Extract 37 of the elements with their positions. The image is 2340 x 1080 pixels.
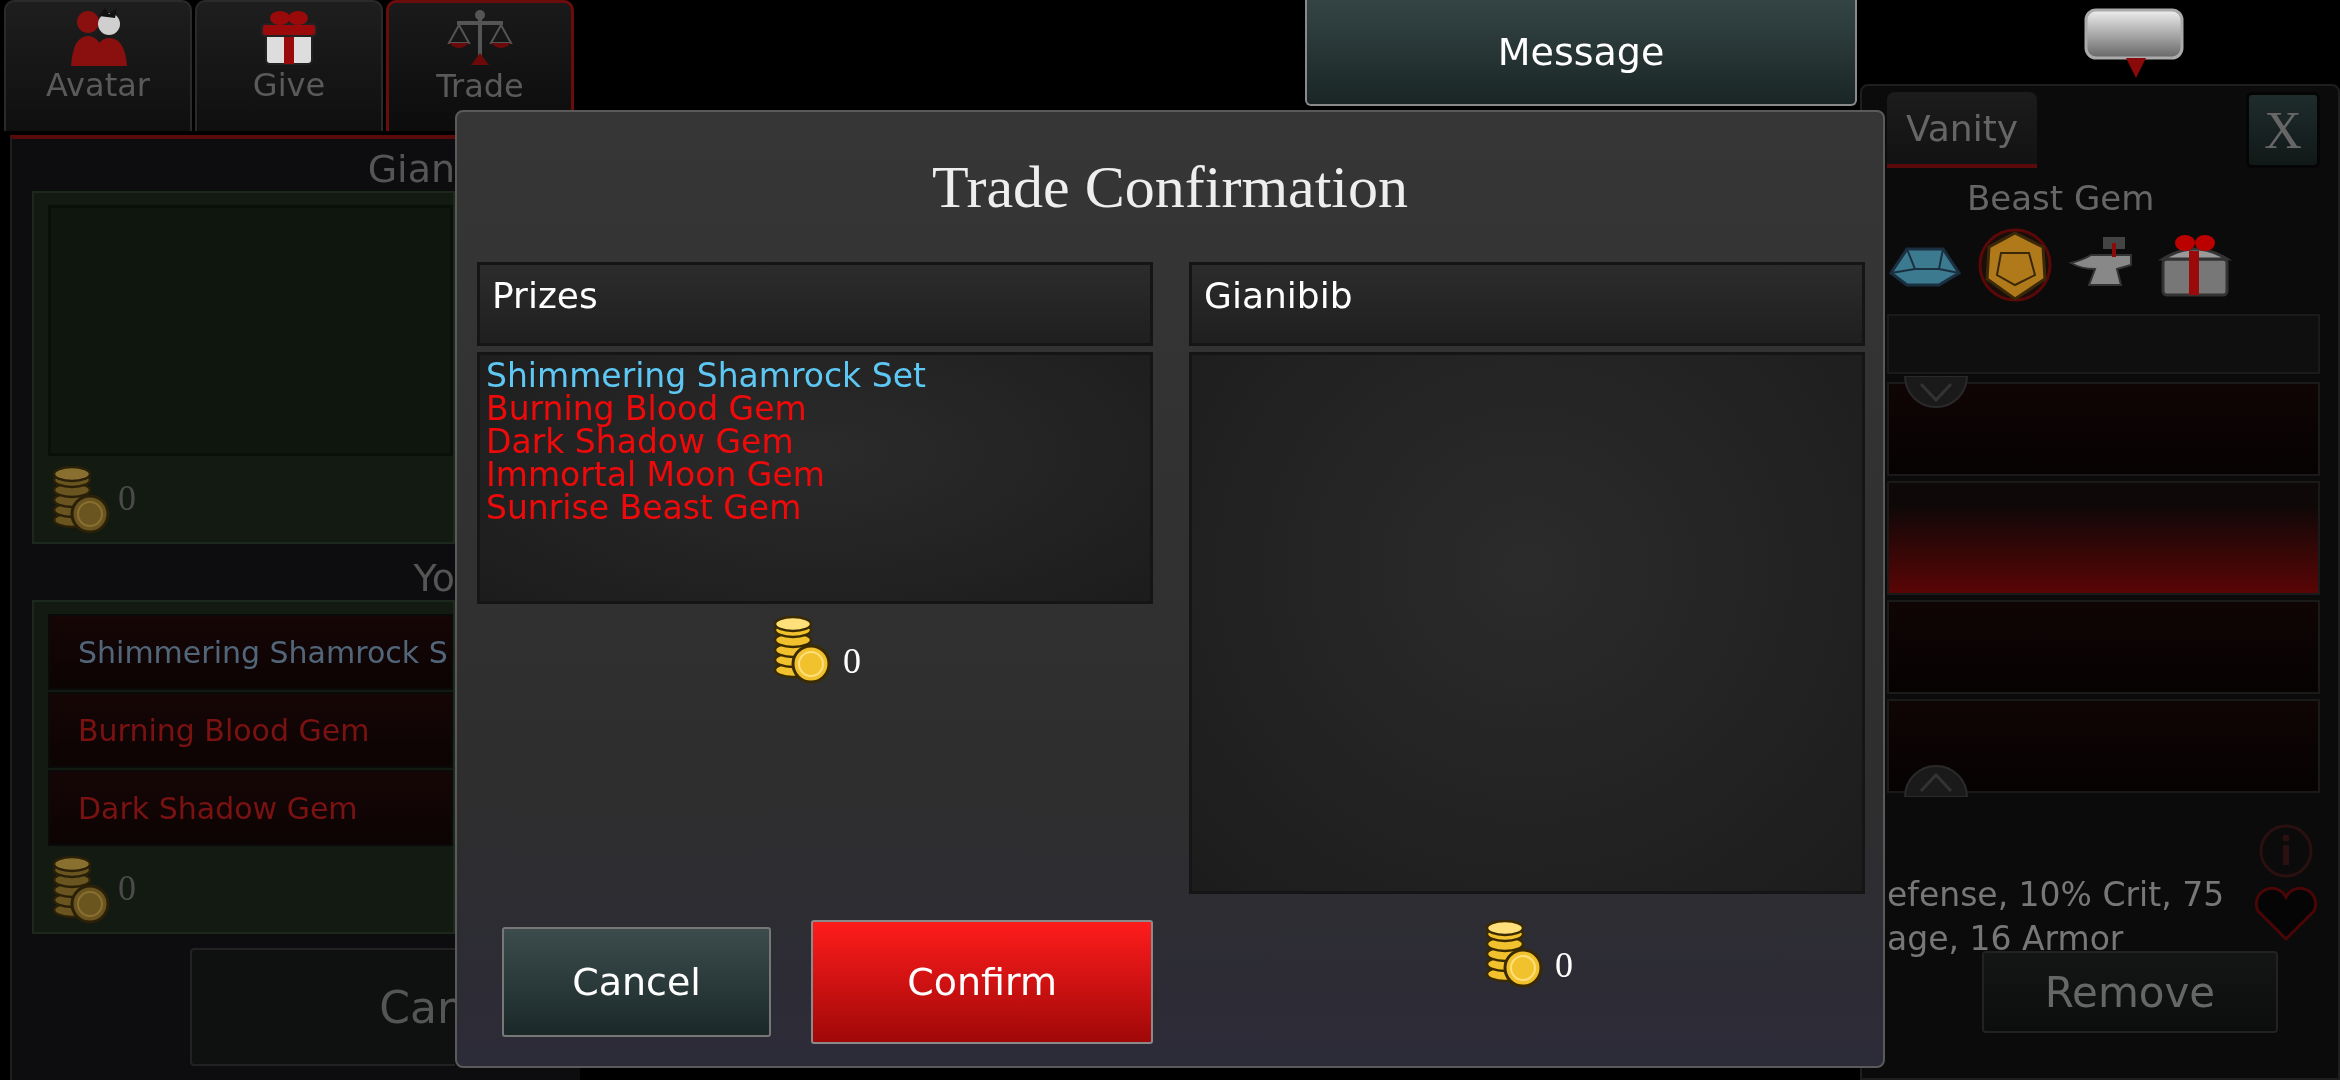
- stats-text: efense, 10% Crit, 75: [1887, 874, 2225, 916]
- column-header: Gianibib: [1189, 262, 1865, 346]
- player-heading: Gian: [367, 147, 455, 191]
- close-button[interactable]: X: [2246, 92, 2320, 168]
- list-row[interactable]: [1887, 481, 2320, 595]
- list-row[interactable]: [1887, 600, 2320, 694]
- item-name: Beast Gem: [1966, 177, 2156, 220]
- confirm-button[interactable]: Confirm: [811, 920, 1153, 1044]
- dialog-title: Trade Confirmation: [930, 152, 1410, 222]
- coin-amount: 0: [118, 477, 136, 519]
- coin-amount: 0: [118, 867, 136, 909]
- offer-item[interactable]: Shimmering Shamrock S: [48, 614, 453, 690]
- item-name: Sunrise Beast Gem: [486, 491, 803, 524]
- list-row[interactable]: [1887, 699, 2320, 793]
- tab[interactable]: Trade: [386, 0, 574, 131]
- column-header: Prizes: [477, 262, 1153, 346]
- gem-icon[interactable]: [1977, 227, 2053, 303]
- player-heading: Yo: [413, 556, 455, 600]
- list-row[interactable]: [1887, 382, 2320, 476]
- info-icon[interactable]: [2258, 823, 2314, 879]
- cancel-button[interactable]: Car: [190, 948, 455, 1066]
- tab[interactable]: Avatar: [4, 0, 192, 131]
- speech-bubble-icon: [2082, 8, 2186, 80]
- remove-button[interactable]: Remove: [1982, 951, 2278, 1033]
- coin-amount: 0: [1555, 944, 1573, 987]
- offer-item[interactable]: Burning Blood Gem: [48, 692, 453, 768]
- tab[interactable]: Give: [195, 0, 383, 131]
- offer-item[interactable]: Dark Shadow Gem: [48, 770, 453, 846]
- scales-icon: [445, 9, 515, 67]
- scroll-up-icon: [1903, 763, 1969, 797]
- coin-amount: 0: [843, 640, 861, 683]
- item-name: Immortal Moon Gem: [486, 458, 826, 491]
- heart-icon[interactable]: [2252, 885, 2320, 943]
- message-button[interactable]: Message: [1305, 0, 1857, 106]
- tab[interactable]: Vanity: [1887, 92, 2037, 168]
- cancel-button[interactable]: Cancel: [502, 927, 772, 1037]
- item-name: Shimmering Shamrock Set: [486, 359, 927, 392]
